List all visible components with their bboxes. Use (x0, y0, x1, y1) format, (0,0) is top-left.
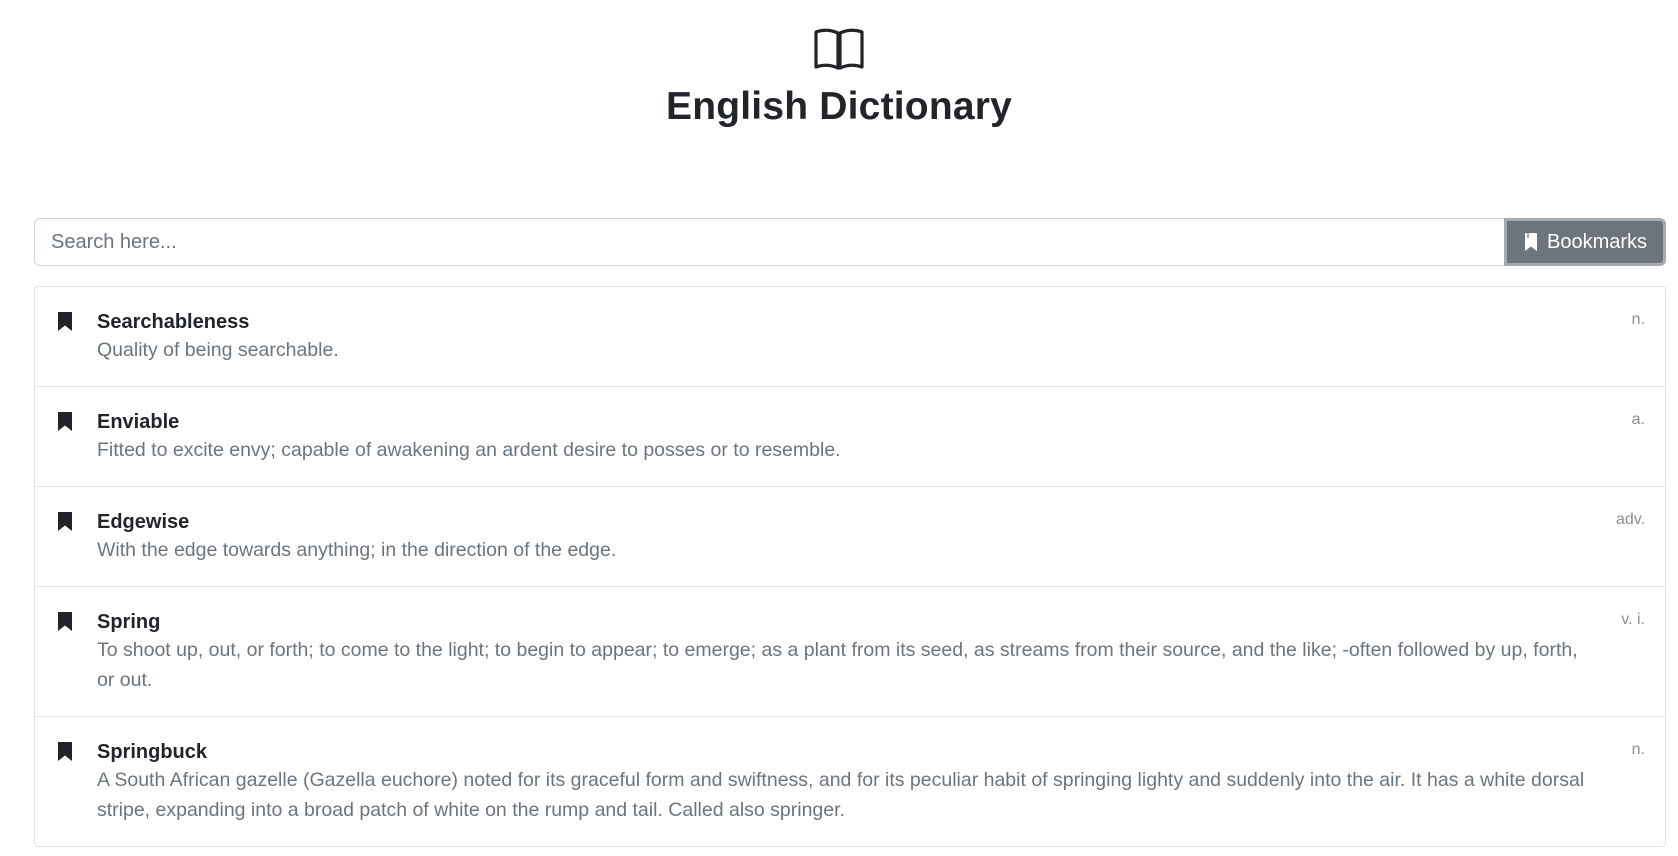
bookmark-icon[interactable] (57, 741, 73, 762)
entry-definition: To shoot up, out, or forth; to come to t… (97, 639, 1578, 691)
entry-word: Spring (97, 611, 161, 633)
page-title: English Dictionary (666, 85, 1012, 128)
bookmarks-button-label: Bookmarks (1546, 230, 1648, 253)
entry-definition: With the edge towards anything; in the d… (97, 539, 617, 561)
open-book-icon (814, 28, 864, 70)
bookmark-icon[interactable] (57, 411, 73, 432)
entry-word: Searchableness (97, 311, 250, 333)
bookmark-icon[interactable] (57, 311, 73, 332)
results-list: Searchableness Quality of being searchab… (34, 286, 1666, 847)
entry-part-of-speech: a. (1631, 411, 1645, 428)
bookmark-icon[interactable] (57, 511, 73, 532)
entry-definition: A South African gazelle (Gazella euchore… (97, 769, 1585, 821)
entry-word: Springbuck (97, 741, 208, 763)
list-item: Edgewise With the edge towards anything;… (35, 487, 1665, 587)
bookmark-icon[interactable] (57, 611, 73, 632)
search-bar: Bookmarks (34, 218, 1666, 266)
entry-definition: Fitted to excite envy; capable of awaken… (97, 439, 841, 461)
search-input[interactable] (34, 218, 1504, 266)
list-item: Springbuck A South African gazelle (Gaze… (35, 717, 1665, 846)
bookmarks-button[interactable]: Bookmarks (1504, 218, 1666, 266)
entry-definition: Quality of being searchable. (97, 339, 339, 361)
list-item: Spring To shoot up, out, or forth; to co… (35, 587, 1665, 717)
bookmark-icon (1524, 233, 1537, 251)
entry-word: Enviable (97, 411, 180, 433)
list-item: Enviable Fitted to excite envy; capable … (35, 387, 1665, 487)
entry-word: Edgewise (97, 511, 190, 533)
entry-part-of-speech: v. i. (1621, 611, 1645, 628)
list-item: Searchableness Quality of being searchab… (35, 287, 1665, 387)
entry-part-of-speech: n. (1631, 311, 1645, 328)
entry-part-of-speech: adv. (1615, 511, 1645, 528)
entry-part-of-speech: n. (1631, 741, 1645, 758)
page-header: English Dictionary (0, 0, 1678, 129)
